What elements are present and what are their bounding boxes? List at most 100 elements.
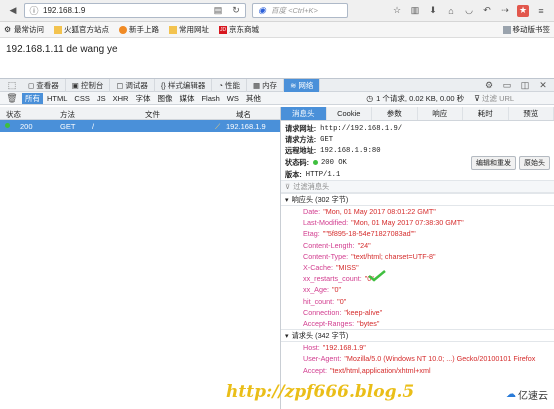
folder-icon xyxy=(169,25,177,34)
style-icon: {} xyxy=(160,80,166,90)
menu-icon[interactable]: ≡ xyxy=(535,5,547,17)
browser-toolbar: ◀ ⓘ 192.168.1.9 ▤ ↻ ◉ 百度 <Ctrl+K> ☆ ▥ ⬇ … xyxy=(0,0,554,22)
edit-resend-button[interactable]: 编辑和重发 xyxy=(471,155,516,170)
back-icon[interactable]: ◀ xyxy=(7,5,19,17)
filter-html[interactable]: HTML xyxy=(44,93,70,104)
filter-ws[interactable]: WS xyxy=(224,93,242,104)
search-engine-icon[interactable]: ◉ xyxy=(256,5,268,17)
bookmark-firefox-site[interactable]: 火狐官方站点 xyxy=(54,24,109,35)
url-bar[interactable]: ⓘ 192.168.1.9 ▤ ↻ xyxy=(24,3,246,18)
split-console-icon[interactable]: ▭ xyxy=(501,79,513,91)
column-domain[interactable]: 域名 xyxy=(236,109,251,120)
header-row: xx_Age: "0" xyxy=(281,284,554,295)
star-icon[interactable]: ☆ xyxy=(391,5,403,17)
home-icon[interactable]: ⌂ xyxy=(445,5,457,17)
bookmark-getting-started[interactable]: 新手上路 xyxy=(119,24,159,35)
section-title: 请求头 (342 字节) xyxy=(291,330,349,340)
tab-inspector[interactable]: ◻ 查看器 xyxy=(22,78,66,92)
trash-icon[interactable]: 🗑 xyxy=(6,92,18,104)
dock-icon[interactable]: ◫ xyxy=(519,79,531,91)
undo-icon[interactable]: ↶ xyxy=(481,5,493,17)
memory-icon: ▦ xyxy=(252,80,261,90)
filter-js[interactable]: JS xyxy=(94,93,109,104)
request-url-row: 请求网址: http://192.168.1.9/ xyxy=(281,123,554,134)
bookmark-label: 火狐官方站点 xyxy=(64,25,109,34)
filter-url-input[interactable]: 过滤 URL xyxy=(482,93,552,104)
status-code-label: 状态码: xyxy=(285,157,309,167)
tab-memory[interactable]: ▦ 内存 xyxy=(247,78,285,92)
section-title: 响应头 (302 字节) xyxy=(291,194,349,204)
tab-params[interactable]: 参数 xyxy=(372,107,418,120)
download-icon[interactable]: ⬇ xyxy=(427,5,439,17)
bookmark-most-visited[interactable]: ⚙ 最常访问 xyxy=(4,24,44,35)
folder-icon xyxy=(502,25,511,34)
tab-response[interactable]: 响应 xyxy=(418,107,463,120)
request-domain: 192.168.1.9 xyxy=(226,122,266,131)
tab-console[interactable]: ▣ 控制台 xyxy=(66,78,111,92)
tab-debugger[interactable]: ▢ 调试器 xyxy=(110,78,155,92)
tab-network[interactable]: ≋ 网络 xyxy=(284,78,321,92)
filter-fonts[interactable]: 字体 xyxy=(132,93,153,104)
filter-media[interactable]: 媒体 xyxy=(176,93,197,104)
request-list-header: 状态 方法 文件 域名 xyxy=(0,107,280,120)
performance-icon: ◔ xyxy=(218,80,223,90)
filter-css[interactable]: CSS xyxy=(71,93,92,104)
search-box[interactable]: ◉ 百度 <Ctrl+K> xyxy=(252,3,348,18)
info-icon[interactable]: ⓘ xyxy=(28,5,40,17)
toolbox-options-icon[interactable]: ⚙ xyxy=(483,79,495,91)
column-file[interactable]: 文件 xyxy=(145,109,160,120)
request-summary: 1 个请求, 0.02 KB, 0.00 秒 xyxy=(376,93,465,103)
firefox-icon xyxy=(119,25,127,34)
reload-icon[interactable]: ↻ xyxy=(230,5,242,17)
chevron-down-icon: ▾ xyxy=(285,195,289,204)
tab-timings[interactable]: 耗时 xyxy=(463,107,509,120)
header-name: User-Agent: xyxy=(303,354,342,364)
tab-style-editor[interactable]: {} 样式编辑器 xyxy=(155,78,213,92)
column-status[interactable]: 状态 xyxy=(6,109,21,120)
header-value: "MISS" xyxy=(335,263,359,273)
filter-other[interactable]: 其他 xyxy=(243,93,264,104)
library-icon[interactable]: ▥ xyxy=(409,5,421,17)
tab-performance[interactable]: ◔ 性能 xyxy=(212,78,247,92)
pocket-icon[interactable]: ◡ xyxy=(463,5,475,17)
reader-icon[interactable]: ▤ xyxy=(212,5,224,17)
filter-flash[interactable]: Flash xyxy=(198,93,222,104)
request-details: 消息头 Cookie 参数 响应 耗时 预览 请求网址: http://192.… xyxy=(281,107,554,409)
filter-icon: ⊽ xyxy=(474,93,480,103)
tab-label: 样式编辑器 xyxy=(167,80,206,90)
close-icon[interactable]: ✕ xyxy=(537,79,549,91)
header-value: "keep-alive" xyxy=(344,307,383,317)
tab-headers[interactable]: 消息头 xyxy=(281,107,327,120)
tab-cookies[interactable]: Cookie xyxy=(327,107,372,120)
filter-all[interactable]: 所有 xyxy=(22,92,43,104)
column-method[interactable]: 方法 xyxy=(60,109,75,120)
page-text: 192.168.1.11 de wang ye xyxy=(6,44,118,55)
search-placeholder: 百度 <Ctrl+K> xyxy=(271,6,318,15)
share-icon[interactable]: ⇢ xyxy=(499,5,511,17)
table-row[interactable]: 200 GET / ⟋ 192.168.1.9 xyxy=(0,120,280,132)
request-headers-section[interactable]: ▾ 请求头 (342 字节) xyxy=(281,329,554,343)
bookmark-jd[interactable]: JD 京东商城 xyxy=(219,24,259,35)
version-value: HTTP/1.1 xyxy=(305,170,341,179)
network-filter-bar: 🗑 所有 HTML CSS JS XHR 字体 图像 媒体 Flash WS 其… xyxy=(0,92,554,105)
addon-icon[interactable]: ★ xyxy=(517,4,529,17)
devtools-toolbar: ⬚ ◻ 查看器 ▣ 控制台 ▢ 调试器 {} 样式编辑器 ◔ 性能 ▦ 内存 ≋ 网络 ⚙ ▭… xyxy=(0,78,554,92)
raw-headers-button[interactable]: 原始头 xyxy=(519,155,550,170)
header-row: Date: "Mon, 01 May 2017 08:01:22 GMT" xyxy=(281,206,554,217)
filter-images[interactable]: 图像 xyxy=(154,93,175,104)
response-headers-section[interactable]: ▾ 响应头 (302 字节) xyxy=(281,193,554,206)
filter-headers-input[interactable]: ⊽ 过滤消息头 xyxy=(281,180,554,193)
bookmark-mobile[interactable]: 移动版书签 xyxy=(502,24,550,35)
bookmark-common-sites[interactable]: 常用网址 xyxy=(169,24,209,35)
pick-element-icon[interactable]: ⬚ xyxy=(6,79,18,91)
filter-icon: ⊽ xyxy=(285,182,291,191)
tab-label: 调试器 xyxy=(125,80,148,90)
header-row: Accept: "text/html,application/xhtml+xml xyxy=(281,364,554,375)
filter-xhr[interactable]: XHR xyxy=(110,93,132,104)
request-file: / xyxy=(92,122,95,131)
header-row: X-Cache: "MISS" xyxy=(281,262,554,273)
tab-label: 控制台 xyxy=(80,80,104,90)
tab-preview[interactable]: 预览 xyxy=(509,107,554,120)
brand-text: 亿速云 xyxy=(518,391,548,402)
request-url-value: http://192.168.1.9/ xyxy=(320,124,403,133)
